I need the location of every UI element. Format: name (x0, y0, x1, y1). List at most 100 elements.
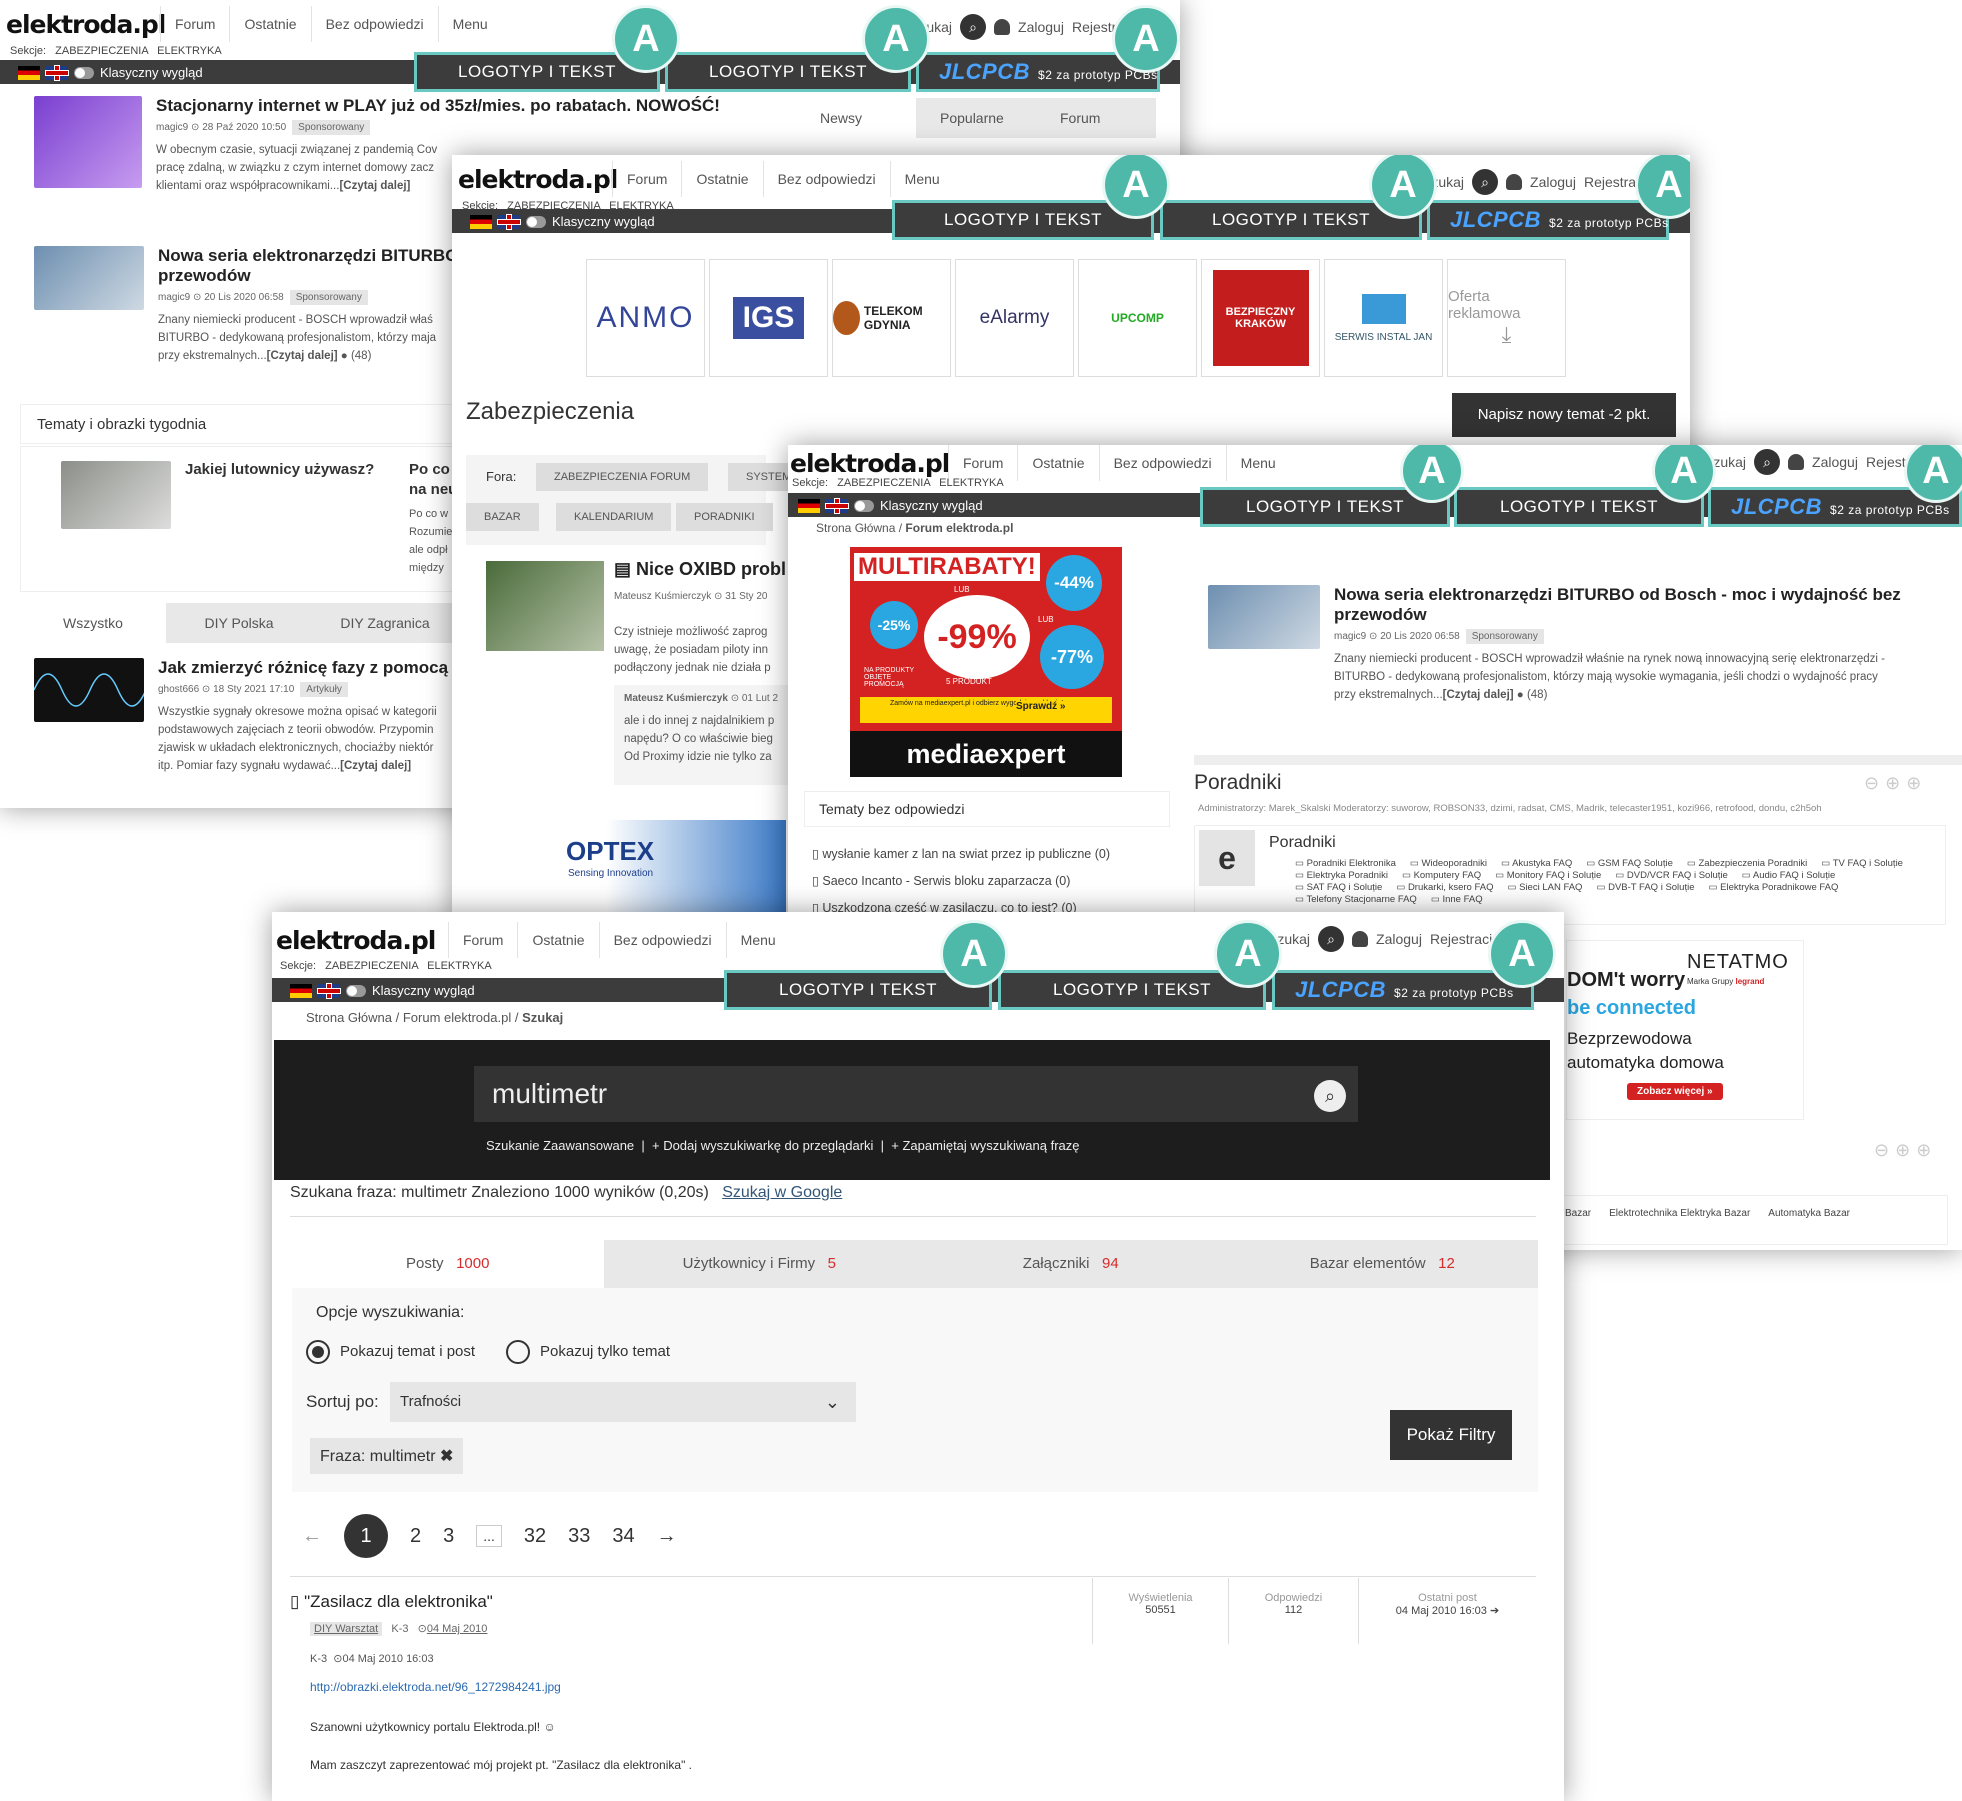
breadcrumb-current[interactable]: Forum elektroda.pl (905, 521, 1013, 535)
poradnik-link[interactable]: ▭ GSM FAQ Soluție (1586, 858, 1673, 869)
article-thumbnail[interactable] (33, 658, 147, 722)
article-thumbnail[interactable] (1208, 585, 1320, 649)
article-title-line2[interactable]: przewodów (1334, 605, 1901, 625)
search-icon[interactable]: ⌕ (960, 14, 987, 40)
nav-bez-odpowiedzi[interactable]: Bez odpowiedzi (310, 6, 438, 42)
banner-anmo[interactable]: ANMO (586, 259, 705, 377)
uk-flag-icon[interactable] (318, 983, 340, 998)
banner-telekom[interactable]: TELEKOM GDYNIA (832, 259, 951, 377)
banner-ealarmy[interactable]: eAlarmy (955, 259, 1074, 377)
nav-forum[interactable]: Forum (612, 161, 681, 197)
section-link[interactable]: ELEKTRYKA (939, 477, 1004, 489)
nav-menu[interactable]: Menu (1225, 445, 1290, 481)
poradniki-subtitle[interactable]: Poradniki (1269, 834, 1336, 852)
banner-bezpieczny-krakow[interactable]: BEZPIECZNY KRAKÓW (1201, 259, 1320, 377)
read-more-link[interactable]: [Czytaj dalej] (1443, 689, 1514, 701)
next-page-icon[interactable]: → (657, 1525, 677, 1548)
breadcrumb-link[interactable]: Strona Główna (306, 1010, 392, 1025)
nav-forum[interactable]: Forum (948, 445, 1017, 481)
page-link[interactable]: 3 (443, 1525, 454, 1548)
search-icon[interactable]: ⌕ (1318, 926, 1345, 952)
poradnik-link[interactable]: ▭ Komputery FAQ (1402, 870, 1481, 881)
login-link[interactable]: Zaloguj (1812, 454, 1858, 470)
banner-igs[interactable]: IGS (709, 259, 828, 377)
fora-link[interactable]: PORADNIKI (676, 503, 773, 531)
site-logo[interactable]: elektroda.pl (276, 926, 436, 955)
add-search-engine-link[interactable]: + Dodaj wyszukiwarkę do przeglądarki (652, 1138, 873, 1153)
search-submit-icon[interactable]: ⌕ (1314, 1080, 1346, 1112)
poradnik-link[interactable]: ▭ TV FAQ i Soluție (1821, 858, 1903, 869)
page-link[interactable]: 33 (568, 1525, 590, 1548)
result-author[interactable]: K-3 (391, 1623, 408, 1635)
result-title[interactable]: ▯ "Zasilacz dla elektronika" (290, 1592, 493, 1612)
poradnik-link[interactable]: ▭ Elektryka Poradnikowe FAQ (1709, 882, 1839, 893)
article-tag[interactable]: Sponsorowany (1465, 629, 1544, 644)
search-input[interactable]: multimetr (474, 1066, 1358, 1122)
unanswered-item[interactable]: ▯ Saeco Incanto - Serwis bloku zaparzacz… (812, 868, 1110, 895)
article-tag[interactable]: Artykuły (300, 682, 348, 697)
netatmo-ad[interactable]: NETATMO Marka Grupy legrand DOM't worry … (1566, 940, 1804, 1120)
remember-phrase-link[interactable]: + Zapamiętaj wyszukiwaną frazę (891, 1138, 1079, 1153)
prev-page-icon[interactable]: ← (302, 1525, 322, 1548)
nav-ostatnie[interactable]: Ostatnie (229, 6, 310, 42)
german-flag-icon[interactable] (470, 214, 492, 229)
breadcrumb-current[interactable]: Szukaj (522, 1010, 563, 1025)
fora-link[interactable]: BAZAR (466, 503, 539, 531)
poradnik-link[interactable]: ▭ Akustyka FAQ (1501, 858, 1572, 869)
nav-menu[interactable]: Menu (889, 161, 954, 197)
poradnik-link[interactable]: ▭ Zabezpieczenia Poradniki (1687, 858, 1807, 869)
nav-menu[interactable]: Menu (725, 922, 790, 958)
nav-menu[interactable]: Menu (437, 6, 502, 42)
article-thumbnail[interactable] (34, 96, 142, 188)
section-link[interactable]: ELEKTRYKA (427, 960, 492, 972)
poradnik-link[interactable]: ▭ Telefony Stacjonarne FAQ (1295, 894, 1417, 905)
ad-slot-jlcpcb[interactable]: JLCPCB $2 za prototyp PCBs (1427, 200, 1669, 240)
poradnik-link[interactable]: ▭ Inne FAQ (1431, 894, 1483, 905)
poradnik-link[interactable]: ▭ Elektryka Poradniki (1295, 870, 1388, 881)
toggle-icon[interactable] (526, 215, 546, 228)
advanced-search-link[interactable]: Szukanie Zaawansowane (486, 1138, 634, 1153)
result-date-link[interactable]: 04 Maj 2010 (427, 1623, 488, 1635)
ad-slot-jlcpcb[interactable]: JLCPCB $2 za prototyp PCBs (1272, 970, 1534, 1010)
google-search-link[interactable]: Szukaj w Google (722, 1184, 842, 1201)
poradnik-link[interactable]: ▭ Monitory FAQ i Soluție (1495, 870, 1601, 881)
poradnik-link[interactable]: ▭ SAT FAQ i Soluție (1295, 882, 1382, 893)
unanswered-item[interactable]: ▯ wysłanie kamer z lan na swiat przez ip… (812, 841, 1110, 868)
section-link[interactable]: ZABEZPIECZENIA (837, 477, 930, 489)
post-author[interactable]: Mateusz Kuśmierczyk (614, 591, 711, 602)
login-link[interactable]: Zaloguj (1376, 931, 1422, 947)
poradnik-link[interactable]: ▭ Audio FAQ i Soluție (1742, 870, 1835, 881)
tab-zalaczniki[interactable]: Załączniki 94 (915, 1240, 1227, 1288)
tab-forum[interactable]: Forum (1036, 98, 1156, 138)
nav-ostatnie[interactable]: Ostatnie (517, 922, 598, 958)
toggle-icon[interactable] (74, 66, 94, 79)
bazar-link[interactable]: Bazar (1565, 1208, 1591, 1232)
nav-ostatnie[interactable]: Ostatnie (681, 161, 762, 197)
week-topic-title-line2[interactable]: na neu (409, 481, 457, 498)
article-title-line2[interactable]: przewodów (158, 266, 458, 286)
poradnik-link[interactable]: ▭ Poradniki Elektronika (1295, 858, 1396, 869)
article-title[interactable]: Stacjonarny internet w PLAY już od 35zł/… (156, 96, 720, 116)
tab-bazar[interactable]: Bazar elementów 12 (1226, 1240, 1538, 1288)
article-tag[interactable]: Sponsorowany (292, 120, 371, 135)
tab-diy-polska[interactable]: DIY Polska (166, 603, 312, 643)
result-forum-link[interactable]: DIY Warsztat (310, 1622, 383, 1636)
phrase-chip[interactable]: Fraza: multimetr ✖ (310, 1438, 464, 1474)
german-flag-icon[interactable] (798, 498, 820, 513)
article-title[interactable]: Jak zmierzyć różnicę fazy z pomocą o (158, 658, 463, 678)
read-more-link[interactable]: [Czytaj dalej] (340, 760, 411, 772)
fora-link[interactable]: KALENDARIUM (556, 503, 672, 531)
bazar-link[interactable]: Automatyka Bazar (1768, 1208, 1850, 1232)
radio-topic-only[interactable]: Pokazuj tylko temat (506, 1340, 670, 1364)
uk-flag-icon[interactable] (498, 214, 520, 229)
nav-forum[interactable]: Forum (448, 922, 517, 958)
breadcrumb-link[interactable]: Forum elektroda.pl (403, 1010, 511, 1025)
article-author[interactable]: magic9 (1334, 631, 1366, 642)
tab-wszystko[interactable]: Wszystko (20, 603, 166, 643)
fora-link[interactable]: ZABEZPIECZENIA FORUM (536, 463, 709, 491)
german-flag-icon[interactable] (290, 983, 312, 998)
toggle-icon[interactable] (346, 984, 366, 997)
login-link[interactable]: Zaloguj (1018, 19, 1064, 35)
poradnik-link[interactable]: ▭ Wideoporadniki (1410, 858, 1487, 869)
uk-flag-icon[interactable] (826, 498, 848, 513)
